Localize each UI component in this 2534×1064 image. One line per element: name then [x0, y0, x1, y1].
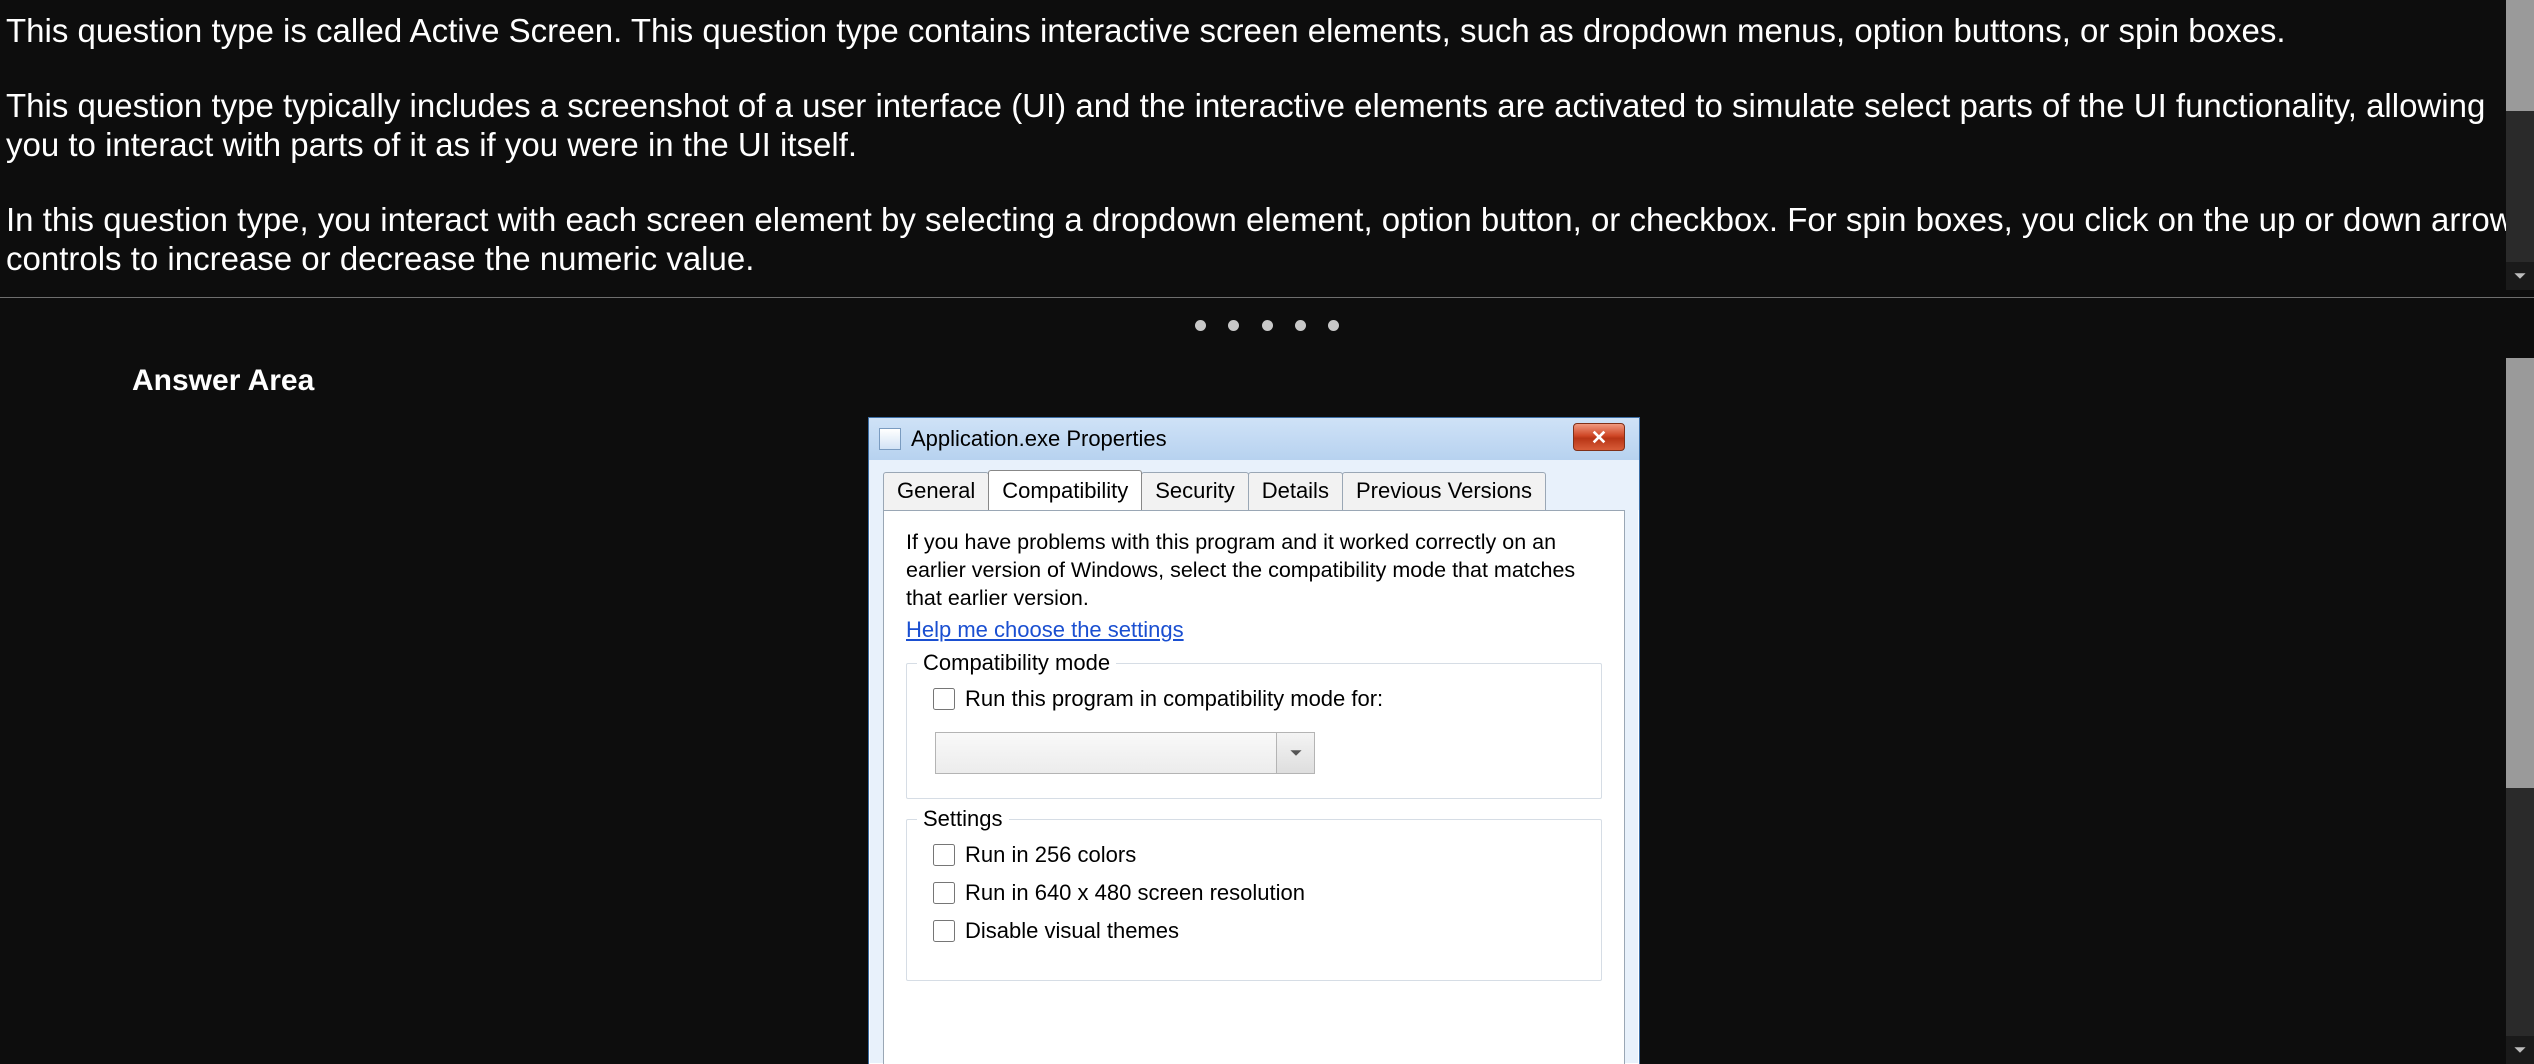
scrollbar-thumb[interactable] — [2506, 358, 2534, 788]
answer-area-scrollbar[interactable] — [2506, 358, 2534, 1064]
run-compat-checkbox[interactable] — [933, 688, 955, 710]
compat-mode-dropdown[interactable] — [935, 732, 1315, 774]
dot-icon — [1228, 320, 1239, 331]
tab-details[interactable]: Details — [1248, 472, 1343, 510]
close-icon — [1591, 429, 1607, 445]
chevron-down-icon — [2513, 1043, 2527, 1057]
run-640x480-label: Run in 640 x 480 screen resolution — [965, 880, 1305, 906]
application-icon — [879, 428, 901, 450]
tab-general[interactable]: General — [883, 472, 989, 510]
tab-content: If you have problems with this program a… — [883, 510, 1625, 1064]
disable-visual-themes-checkbox[interactable] — [933, 920, 955, 942]
instructions-scrollbar[interactable] — [2506, 0, 2534, 290]
dot-icon — [1262, 320, 1273, 331]
run-compat-label: Run this program in compatibility mode f… — [965, 686, 1383, 712]
run-256-colors-checkbox[interactable] — [933, 844, 955, 866]
compatibility-mode-group: Compatibility mode Run this program in c… — [906, 663, 1602, 799]
tab-security[interactable]: Security — [1141, 472, 1248, 510]
settings-group: Settings Run in 256 colors Run in 640 x … — [906, 819, 1602, 981]
group-legend: Settings — [917, 806, 1009, 832]
dialog-title: Application.exe Properties — [911, 426, 1167, 452]
dot-icon — [1295, 320, 1306, 331]
disable-visual-themes-label: Disable visual themes — [965, 918, 1179, 944]
dot-icon — [1328, 320, 1339, 331]
close-button[interactable] — [1573, 423, 1625, 451]
instruction-paragraph-2: This question type typically includes a … — [6, 87, 2528, 165]
compatibility-intro-text: If you have problems with this program a… — [906, 529, 1602, 613]
answer-area: Answer Area Application.exe Properties G… — [0, 358, 2534, 1064]
chevron-down-icon — [1289, 746, 1303, 760]
answer-area-heading: Answer Area — [132, 364, 314, 398]
scrollbar-thumb[interactable] — [2506, 0, 2534, 111]
instruction-paragraph-1: This question type is called Active Scre… — [6, 12, 2528, 51]
scroll-down-button[interactable] — [2506, 262, 2534, 290]
question-instructions: This question type is called Active Scre… — [0, 0, 2534, 298]
resize-handle-dots[interactable] — [0, 318, 2534, 336]
properties-dialog: Application.exe Properties General Compa… — [868, 417, 1640, 1064]
help-link[interactable]: Help me choose the settings — [906, 617, 1184, 643]
run-640x480-checkbox[interactable] — [933, 882, 955, 904]
run-256-colors-label: Run in 256 colors — [965, 842, 1136, 868]
tab-previous-versions[interactable]: Previous Versions — [1342, 472, 1546, 510]
tab-compatibility[interactable]: Compatibility — [988, 470, 1142, 510]
instruction-paragraph-3: In this question type, you interact with… — [6, 201, 2528, 279]
scroll-down-button[interactable] — [2506, 1036, 2534, 1064]
chevron-down-icon — [2513, 269, 2527, 283]
dropdown-button[interactable] — [1276, 733, 1314, 773]
dot-icon — [1195, 320, 1206, 331]
tab-strip: General Compatibility Security Details P… — [869, 460, 1639, 510]
dialog-titlebar[interactable]: Application.exe Properties — [869, 418, 1639, 460]
group-legend: Compatibility mode — [917, 650, 1116, 676]
